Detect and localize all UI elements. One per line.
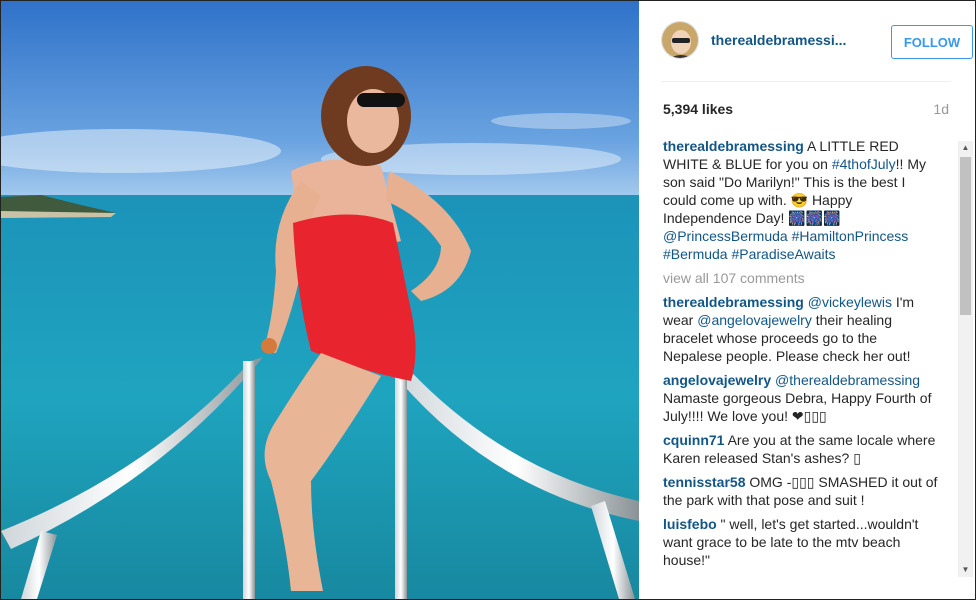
likes-count[interactable]: 5,394 likes [663,101,733,117]
avatar[interactable] [661,21,699,59]
comments-scrollbar[interactable]: ▲ ▼ [958,141,973,577]
caption: therealdebramessing A LITTLE RED WHITE &… [663,137,939,263]
comments-list: therealdebramessing A LITTLE RED WHITE &… [663,137,939,577]
comment-item: cquinn71 Are you at the same locale wher… [663,431,939,467]
post-time[interactable]: 1d [933,101,949,117]
scroll-up-arrow-icon[interactable]: ▲ [958,141,973,155]
avatar-image [662,22,698,58]
mention-link[interactable]: @PrincessBermuda [663,228,788,244]
comment-user[interactable]: therealdebramessing [663,294,804,310]
comment-user[interactable]: luisfebo [663,516,717,532]
post-username[interactable]: therealdebramessi... [711,32,846,48]
comment-user[interactable]: tennisstar58 [663,474,745,490]
follow-button[interactable]: FOLLOW [891,25,973,59]
comment-mention-2[interactable]: @angelovajewelry [697,312,812,328]
comment-item: angelovajewelry @therealdebramessing Nam… [663,371,939,425]
view-all-comments-link[interactable]: view all 107 comments [663,269,939,287]
post-frame: therealdebramessi... FOLLOW 5,394 likes … [0,0,976,600]
comment-text: Namaste gorgeous Debra, Happy Fourth of … [663,390,932,424]
caption-user[interactable]: therealdebramessing [663,138,804,154]
hashtag-link[interactable]: #4thofJuly [832,156,896,172]
scrollbar-thumb[interactable] [960,157,971,315]
comment-item: therealdebramessing @vickeylewis I'm wea… [663,293,939,365]
scroll-down-arrow-icon[interactable]: ▼ [958,563,973,577]
comment-user[interactable]: cquinn71 [663,432,724,448]
comment-item: luisfebo " well, let's get started...wou… [663,515,939,569]
comment-mention[interactable]: @vickeylewis [804,294,892,310]
comment-item: tennisstar58 OMG -▯▯▯ SMASHED it out of … [663,473,939,509]
photo-image [1,1,639,599]
post-sidebar: therealdebramessi... FOLLOW 5,394 likes … [639,1,975,599]
post-photo[interactable] [1,1,639,599]
comment-mention[interactable]: @therealdebramessing [771,372,920,388]
comment-user[interactable]: angelovajewelry [663,372,771,388]
post-header: therealdebramessi... FOLLOW [661,1,973,82]
